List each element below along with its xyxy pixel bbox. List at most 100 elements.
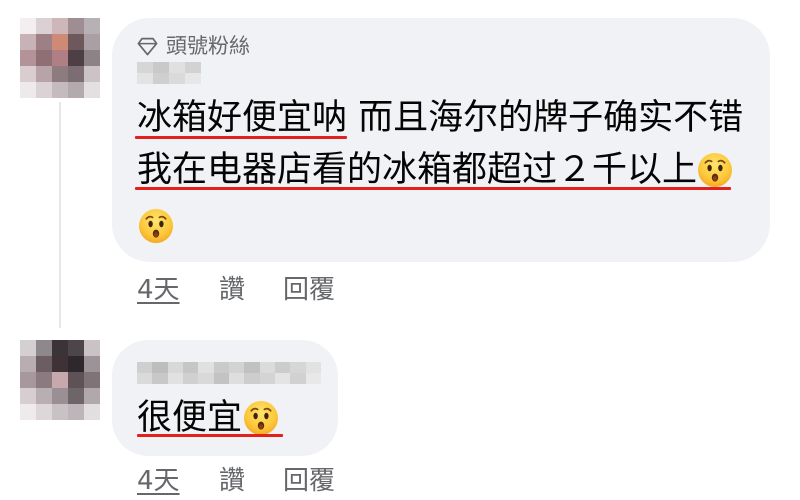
comment: 頭號粉絲 冰箱好便宜呐 而且海尔的牌子确实不错 我在电器店看的冰箱都超过２千以上…	[20, 18, 770, 308]
mosaic-cell	[182, 362, 199, 373]
author-name-redacted[interactable]	[137, 362, 321, 384]
mosaic-cell	[84, 50, 100, 66]
red-underline-annotation	[137, 434, 283, 437]
mosaic-cell	[36, 388, 52, 404]
mosaic-cell	[169, 73, 185, 84]
mosaic-cell	[153, 62, 169, 73]
mosaic-cell	[52, 34, 68, 50]
mosaic-cell	[274, 373, 291, 384]
timestamp-link[interactable]: 4天	[137, 275, 180, 305]
mosaic-cell	[20, 50, 36, 66]
mosaic-cell	[244, 373, 260, 384]
comment-thread: 頭號粉絲 冰箱好便宜呐 而且海尔的牌子确实不错 我在电器店看的冰箱都超过２千以上…	[0, 0, 800, 500]
mosaic-cell	[36, 340, 52, 356]
mosaic-cell	[167, 362, 183, 373]
mosaic-cell	[36, 372, 52, 388]
comment-actions: 4天 讚 回覆	[137, 466, 377, 496]
mosaic-cell	[52, 340, 68, 356]
mosaic-cell	[36, 82, 52, 98]
mosaic-cell	[84, 34, 100, 50]
mosaic-cell	[36, 34, 52, 50]
mosaic-cell	[68, 340, 84, 356]
author-name-redacted[interactable]	[137, 62, 201, 84]
mosaic-cell	[305, 362, 321, 373]
mosaic-cell	[68, 388, 84, 404]
mosaic-cell	[20, 82, 36, 98]
mosaic-cell	[36, 404, 52, 420]
mosaic-cell	[137, 73, 153, 84]
reply-button[interactable]: 回覆	[283, 466, 335, 496]
mosaic-cell	[137, 362, 153, 373]
mosaic-cell	[84, 340, 100, 356]
mosaic-cell	[52, 66, 68, 82]
mosaic-cell	[36, 18, 52, 34]
mosaic-cell	[52, 372, 68, 388]
mosaic-cell	[185, 73, 201, 84]
like-button[interactable]: 讚	[219, 275, 245, 305]
mosaic-cell	[84, 82, 100, 98]
mosaic-cell	[228, 362, 245, 373]
mosaic-cell	[153, 73, 169, 84]
mosaic-cell	[213, 373, 229, 384]
mosaic-cell	[152, 362, 168, 373]
mosaic-cell	[185, 62, 201, 73]
comment: 很便宜 4天 讚 回覆	[20, 340, 340, 498]
mosaic-cell	[84, 372, 100, 388]
mosaic-cell	[274, 362, 291, 373]
hushed-face-emoji-icon	[138, 208, 174, 244]
mosaic-cell	[20, 372, 36, 388]
red-underline-annotation	[135, 136, 347, 139]
hushed-face-emoji-icon	[243, 400, 279, 436]
mosaic-cell	[182, 373, 199, 384]
mosaic-cell	[198, 373, 214, 384]
avatar[interactable]	[20, 340, 100, 420]
comment-actions: 4天 讚 回覆	[137, 275, 377, 305]
mosaic-cell	[137, 62, 153, 73]
mosaic-cell	[20, 340, 36, 356]
mosaic-cell	[244, 362, 260, 373]
diamond-icon	[137, 37, 158, 56]
comment-bubble: 很便宜	[112, 340, 338, 456]
top-fan-badge[interactable]: 頭號粉絲	[137, 34, 250, 58]
mosaic-cell	[68, 82, 84, 98]
mosaic-cell	[68, 356, 84, 372]
reply-button[interactable]: 回覆	[283, 275, 335, 305]
mosaic-cell	[68, 404, 84, 420]
avatar[interactable]	[20, 18, 100, 98]
mosaic-cell	[84, 404, 100, 420]
mosaic-cell	[167, 373, 183, 384]
mosaic-cell	[169, 62, 185, 73]
mosaic-cell	[36, 50, 52, 66]
mosaic-cell	[68, 34, 84, 50]
mosaic-cell	[84, 356, 100, 372]
mosaic-cell	[152, 373, 168, 384]
mosaic-cell	[20, 18, 36, 34]
comment-bubble: 頭號粉絲 冰箱好便宜呐 而且海尔的牌子确实不错 我在电器店看的冰箱都超过２千以上	[112, 18, 770, 262]
timestamp-link[interactable]: 4天	[137, 466, 180, 496]
badge-label: 頭號粉絲	[166, 34, 250, 58]
mosaic-cell	[68, 18, 84, 34]
mosaic-cell	[20, 34, 36, 50]
mosaic-cell	[198, 362, 214, 373]
mosaic-cell	[52, 50, 68, 66]
mosaic-cell	[137, 373, 153, 384]
like-button[interactable]: 讚	[219, 466, 245, 496]
hushed-face-emoji-icon	[697, 152, 733, 188]
mosaic-cell	[290, 373, 306, 384]
mosaic-cell	[36, 356, 52, 372]
mosaic-cell	[290, 362, 306, 373]
mosaic-cell	[259, 362, 275, 373]
mosaic-cell	[68, 372, 84, 388]
mosaic-cell	[228, 373, 245, 384]
mosaic-cell	[68, 66, 84, 82]
mosaic-cell	[20, 404, 36, 420]
mosaic-cell	[259, 373, 275, 384]
mosaic-cell	[52, 404, 68, 420]
mosaic-cell	[20, 356, 36, 372]
mosaic-cell	[20, 388, 36, 404]
mosaic-cell	[84, 388, 100, 404]
mosaic-cell	[84, 66, 100, 82]
red-underline-annotation	[135, 187, 731, 190]
mosaic-cell	[213, 362, 229, 373]
mosaic-cell	[52, 18, 68, 34]
